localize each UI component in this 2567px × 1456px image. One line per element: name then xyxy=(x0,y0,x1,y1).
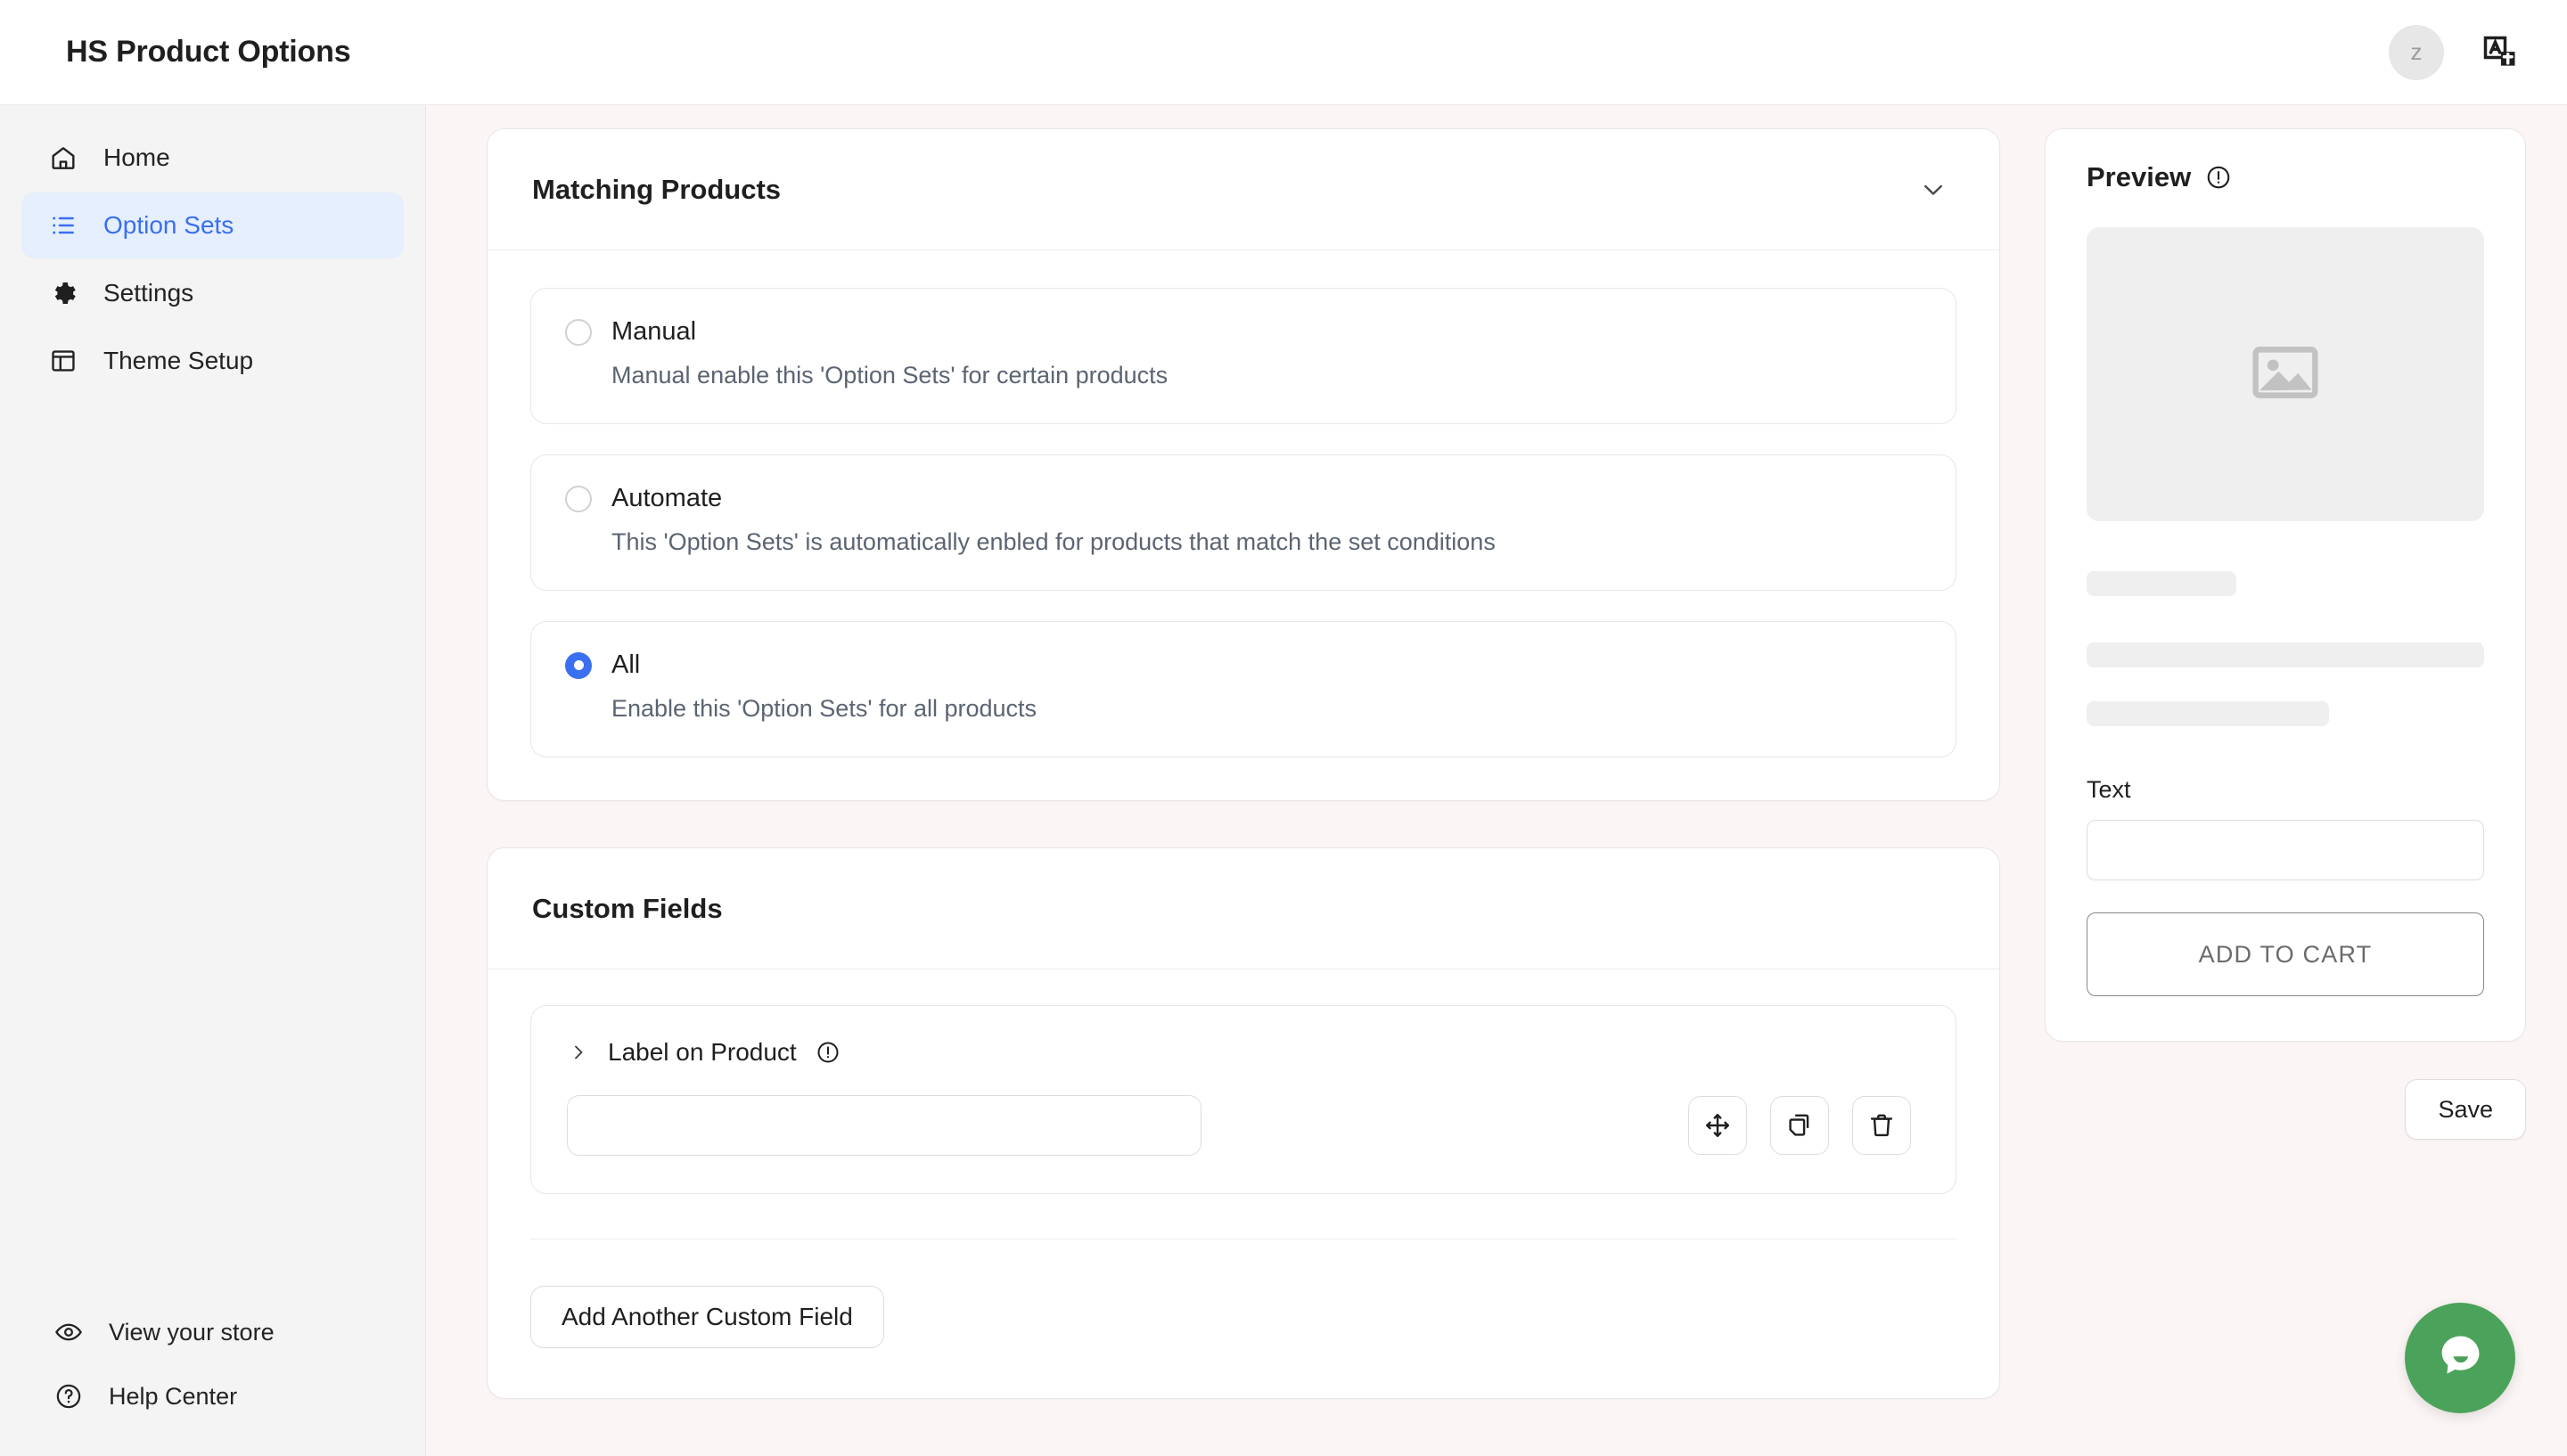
radio-manual[interactable] xyxy=(565,318,592,346)
sidebar-item-view-your-store[interactable]: View your store xyxy=(27,1306,404,1358)
custom-fields-body: Label on Product Add Another Custom Fiel… xyxy=(488,969,1999,1398)
sidebar-item-label: Home xyxy=(103,143,170,171)
preview-skeleton-line xyxy=(2087,701,2329,726)
sidebar-item-home[interactable]: Home xyxy=(21,125,404,191)
delete-icon[interactable] xyxy=(1852,1096,1911,1155)
custom-field-label: Label on Product xyxy=(608,1038,797,1066)
custom-field-head[interactable]: Label on Product xyxy=(567,1038,1920,1067)
add-another-custom-field-button[interactable]: Add Another Custom Field xyxy=(530,1286,884,1348)
preview-skeleton-line xyxy=(2087,642,2484,667)
center-column: Matching Products Manual Manual enable t… xyxy=(426,128,2032,1456)
list-icon xyxy=(48,210,78,241)
custom-fields-title: Custom Fields xyxy=(532,892,723,924)
matching-products-body: Manual Manual enable this 'Option Sets' … xyxy=(488,250,1999,800)
add-to-cart-button[interactable]: ADD TO CART xyxy=(2087,912,2484,996)
chat-bubble-icon xyxy=(2431,1327,2489,1390)
option-description: Enable this 'Option Sets' for all produc… xyxy=(611,695,1037,722)
matching-products-card: Matching Products Manual Manual enable t… xyxy=(487,128,2000,801)
info-circle-icon[interactable] xyxy=(815,1039,841,1066)
preview-title: Preview xyxy=(2087,161,2192,192)
preview-text-field-label: Text xyxy=(2087,776,2131,803)
custom-fields-header: Custom Fields xyxy=(488,848,1999,969)
preview-image-placeholder xyxy=(2087,227,2484,521)
sidebar-item-label: Theme Setup xyxy=(103,347,254,374)
gear-icon xyxy=(48,278,78,308)
question-circle-icon xyxy=(53,1381,84,1411)
radio-automate[interactable] xyxy=(565,485,592,512)
sidebar-item-label: Help Center xyxy=(109,1382,238,1410)
info-circle-icon[interactable] xyxy=(2205,164,2232,191)
preview-skeleton-line xyxy=(2087,571,2236,596)
chevron-down-icon[interactable] xyxy=(1912,168,1955,211)
translate-icon[interactable] xyxy=(2473,25,2528,80)
option-all[interactable]: All Enable this 'Option Sets' for all pr… xyxy=(530,621,1956,757)
option-description: This 'Option Sets' is automatically enbl… xyxy=(611,528,1496,555)
option-description: Manual enable this 'Option Sets' for cer… xyxy=(611,362,1169,389)
sidebar-nav: Home Option Sets Settings Theme Setup xyxy=(21,125,404,394)
option-manual-top: Manual xyxy=(565,317,1922,347)
sidebar-item-label: Settings xyxy=(103,279,194,307)
avatar-initial: z xyxy=(2410,38,2423,65)
option-label: Automate xyxy=(611,484,723,512)
sidebar-item-help-center[interactable]: Help Center xyxy=(27,1370,404,1422)
option-label: All xyxy=(611,650,641,679)
preview-header: Preview xyxy=(2087,161,2484,193)
preview-panel: Preview Text ADD TO CART xyxy=(2045,128,2526,1042)
option-automate[interactable]: Automate This 'Option Sets' is automatic… xyxy=(530,454,1956,591)
custom-field-row: Label on Product xyxy=(530,1005,1956,1194)
right-column: Preview Text ADD TO CART Save xyxy=(2032,128,2567,1456)
radio-all[interactable] xyxy=(565,651,592,679)
sidebar-item-theme-setup[interactable]: Theme Setup xyxy=(21,328,404,394)
chevron-right-icon[interactable] xyxy=(567,1039,590,1066)
main-content: Matching Products Manual Manual enable t… xyxy=(426,105,2567,1456)
top-bar: HS Product Options z xyxy=(0,0,2567,105)
custom-field-actions xyxy=(1688,1096,1920,1155)
preview-text-input[interactable] xyxy=(2087,820,2484,880)
option-all-top: All xyxy=(565,650,1922,680)
save-button[interactable]: Save xyxy=(2405,1079,2526,1140)
matching-products-title: Matching Products xyxy=(532,173,782,205)
chat-widget-button[interactable] xyxy=(2405,1303,2515,1413)
sidebar-item-label: Option Sets xyxy=(103,211,234,239)
home-icon xyxy=(48,143,78,173)
page-body: Home Option Sets Settings Theme Setup Vi… xyxy=(0,105,2567,1456)
custom-field-controls xyxy=(567,1095,1920,1156)
sidebar-item-label: View your store xyxy=(109,1318,275,1346)
layout-icon xyxy=(48,346,78,376)
option-manual[interactable]: Manual Manual enable this 'Option Sets' … xyxy=(530,288,1956,424)
eye-icon xyxy=(53,1317,84,1347)
duplicate-icon[interactable] xyxy=(1770,1096,1829,1155)
option-automate-top: Automate xyxy=(565,484,1922,513)
sidebar: Home Option Sets Settings Theme Setup Vi… xyxy=(0,105,426,1456)
custom-field-input[interactable] xyxy=(567,1095,1201,1156)
sidebar-footer-nav: View your store Help Center xyxy=(21,1306,404,1422)
avatar[interactable]: z xyxy=(2389,24,2444,80)
sidebar-item-settings[interactable]: Settings xyxy=(21,260,404,326)
image-icon xyxy=(2244,331,2326,418)
save-row: Save xyxy=(2045,1079,2526,1140)
matching-products-header[interactable]: Matching Products xyxy=(488,129,1999,250)
app-root: HS Product Options z Home Option Sets Se… xyxy=(0,0,2567,1456)
custom-fields-card: Custom Fields Label on Product Add Anoth… xyxy=(487,847,2000,1399)
move-icon[interactable] xyxy=(1688,1096,1747,1155)
option-label: Manual xyxy=(611,317,697,346)
topbar-actions: z xyxy=(2389,24,2528,80)
sidebar-item-option-sets[interactable]: Option Sets xyxy=(21,192,404,258)
page-title: HS Product Options xyxy=(66,35,351,69)
